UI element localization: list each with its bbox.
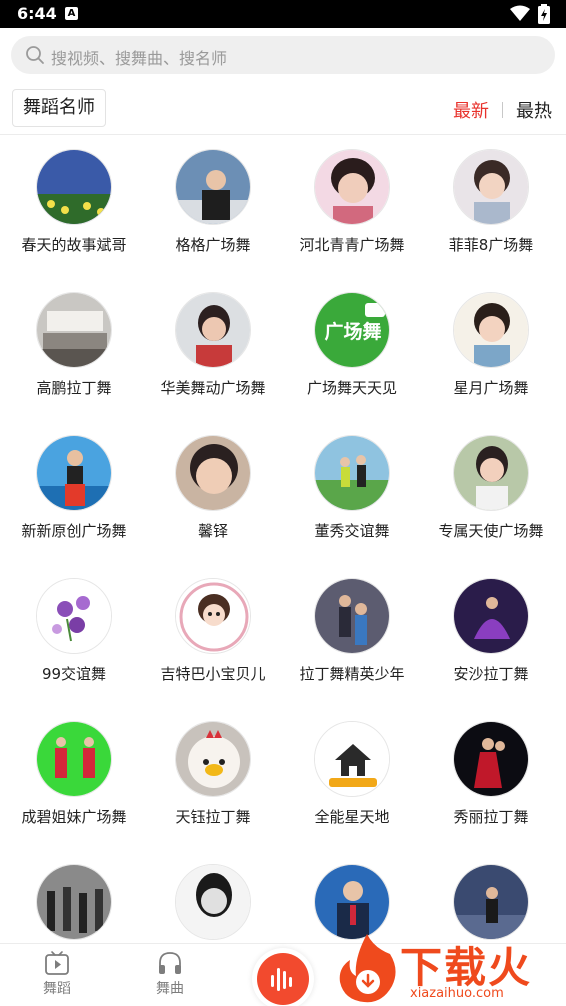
tv-icon	[45, 951, 69, 975]
teacher-avatar[interactable]	[453, 864, 529, 940]
flame-logo-icon	[339, 934, 396, 1003]
a-notification-icon: A	[65, 7, 78, 20]
headphones-icon	[159, 952, 181, 974]
tab-newest[interactable]: 最新	[453, 97, 489, 123]
teacher-name: 董秀交谊舞	[314, 522, 390, 540]
svg-text:广场舞: 广场舞	[324, 320, 381, 343]
teacher-card[interactable]: 高鹏拉丁舞	[4, 292, 144, 435]
watermark: 下载火 xiazaihuo.com	[330, 930, 566, 1006]
audio-bars-icon	[271, 968, 292, 991]
teacher-card[interactable]	[143, 864, 283, 943]
teacher-avatar[interactable]	[175, 435, 251, 511]
teacher-card[interactable]: 全能星天地	[282, 721, 422, 864]
search-icon	[26, 46, 44, 64]
teacher-grid: 春天的故事斌哥 格格广场舞 河北青青广场舞 菲菲8广场舞 高鹏拉丁舞 华美舞动广场舞 广场舞…	[0, 135, 566, 943]
teacher-card[interactable]: 天钰拉丁舞	[143, 721, 283, 864]
search-area: 搜视频、搜舞曲、搜名师	[0, 28, 566, 84]
teacher-name: 新新原创广场舞	[21, 522, 127, 540]
wifi-icon	[510, 5, 530, 21]
teacher-name: 菲菲8广场舞	[448, 236, 534, 254]
teacher-name: 全能星天地	[314, 808, 390, 826]
teacher-name: 华美舞动广场舞	[160, 379, 266, 397]
teacher-avatar[interactable]	[175, 149, 251, 225]
teacher-avatar[interactable]	[314, 578, 390, 654]
teacher-name: 拉丁舞精英少年	[299, 665, 405, 683]
tab-hottest[interactable]: 最热	[516, 97, 552, 123]
teacher-card[interactable]: 华美舞动广场舞	[143, 292, 283, 435]
teacher-card[interactable]: 吉特巴小宝贝儿	[143, 578, 283, 721]
teacher-card[interactable]: 安沙拉丁舞	[421, 578, 561, 721]
teacher-card[interactable]: 专属天使广场舞	[421, 435, 561, 578]
nav-item-dance[interactable]: 舞蹈	[17, 944, 97, 1006]
teacher-card[interactable]: 春天的故事斌哥	[4, 149, 144, 292]
teacher-avatar[interactable]	[175, 578, 251, 654]
teacher-name: 吉特巴小宝贝儿	[160, 665, 266, 683]
teacher-avatar[interactable]	[36, 721, 112, 797]
center-play-button[interactable]	[257, 953, 309, 1005]
teacher-avatar[interactable]	[453, 149, 529, 225]
category-chip[interactable]: 舞蹈名师	[12, 89, 106, 127]
tabs-row: 舞蹈名师 最新 最热	[0, 84, 566, 134]
teacher-avatar[interactable]: 广场舞	[314, 292, 390, 368]
teacher-name: 成碧姐妹广场舞	[21, 808, 127, 826]
teacher-avatar[interactable]	[314, 864, 390, 940]
nav-item-music[interactable]: 舞曲	[130, 944, 210, 1006]
teacher-avatar[interactable]	[175, 292, 251, 368]
teacher-card[interactable]: 星月广场舞	[421, 292, 561, 435]
teacher-avatar[interactable]	[175, 864, 251, 940]
teacher-card[interactable]: 秀丽拉丁舞	[421, 721, 561, 864]
teacher-name: 天钰拉丁舞	[175, 808, 251, 826]
teacher-avatar[interactable]	[314, 435, 390, 511]
teacher-card[interactable]: 99交谊舞	[4, 578, 144, 721]
battery-icon	[538, 4, 550, 24]
nav-label-music: 舞曲	[156, 981, 184, 997]
teacher-card[interactable]	[4, 864, 144, 943]
teacher-avatar[interactable]	[36, 435, 112, 511]
teacher-avatar[interactable]	[36, 578, 112, 654]
teacher-avatar[interactable]	[314, 721, 390, 797]
teacher-avatar[interactable]	[453, 721, 529, 797]
teacher-name: 星月广场舞	[453, 379, 529, 397]
teacher-card[interactable]: 菲菲8广场舞	[421, 149, 561, 292]
teacher-card[interactable]: 格格广场舞	[143, 149, 283, 292]
teacher-card[interactable]: 拉丁舞精英少年	[282, 578, 422, 721]
teacher-name: 格格广场舞	[175, 236, 251, 254]
teacher-name: 秀丽拉丁舞	[453, 808, 529, 826]
teacher-name: 高鹏拉丁舞	[36, 379, 112, 397]
teacher-avatar[interactable]	[175, 721, 251, 797]
teacher-avatar[interactable]	[36, 292, 112, 368]
teacher-name: 99交谊舞	[41, 665, 107, 683]
teacher-name: 春天的故事斌哥	[21, 236, 127, 254]
teacher-name: 专属天使广场舞	[438, 522, 544, 540]
teacher-name: 广场舞天天见	[306, 379, 397, 397]
teacher-avatar[interactable]	[453, 292, 529, 368]
teacher-card[interactable]: 广场舞 广场舞天天见	[282, 292, 422, 435]
teacher-card[interactable]: 成碧姐妹广场舞	[4, 721, 144, 864]
app-root: 6:44 A 搜视频、搜舞曲、搜名师 舞蹈名师 最新 最热 春天的故事斌哥 格格广…	[0, 0, 566, 1006]
teacher-avatar[interactable]	[453, 578, 529, 654]
teacher-name: 馨铎	[197, 522, 228, 540]
teacher-avatar[interactable]	[453, 435, 529, 511]
watermark-url: xiazaihuo.com	[410, 986, 504, 1001]
teacher-name: 安沙拉丁舞	[453, 665, 529, 683]
teacher-name: 河北青青广场舞	[299, 236, 405, 254]
teacher-card[interactable]: 新新原创广场舞	[4, 435, 144, 578]
search-placeholder: 搜视频、搜舞曲、搜名师	[51, 49, 228, 68]
search-input[interactable]: 搜视频、搜舞曲、搜名师	[11, 36, 555, 74]
status-time: 6:44	[17, 4, 57, 23]
teacher-avatar[interactable]	[314, 149, 390, 225]
teacher-card[interactable]: 董秀交谊舞	[282, 435, 422, 578]
status-bar: 6:44 A	[0, 0, 566, 28]
teacher-card[interactable]: 河北青青广场舞	[282, 149, 422, 292]
tab-divider	[502, 102, 503, 118]
teacher-card[interactable]: 馨铎	[143, 435, 283, 578]
teacher-avatar[interactable]	[36, 149, 112, 225]
teacher-avatar[interactable]	[36, 864, 112, 940]
nav-label-dance: 舞蹈	[43, 981, 71, 997]
